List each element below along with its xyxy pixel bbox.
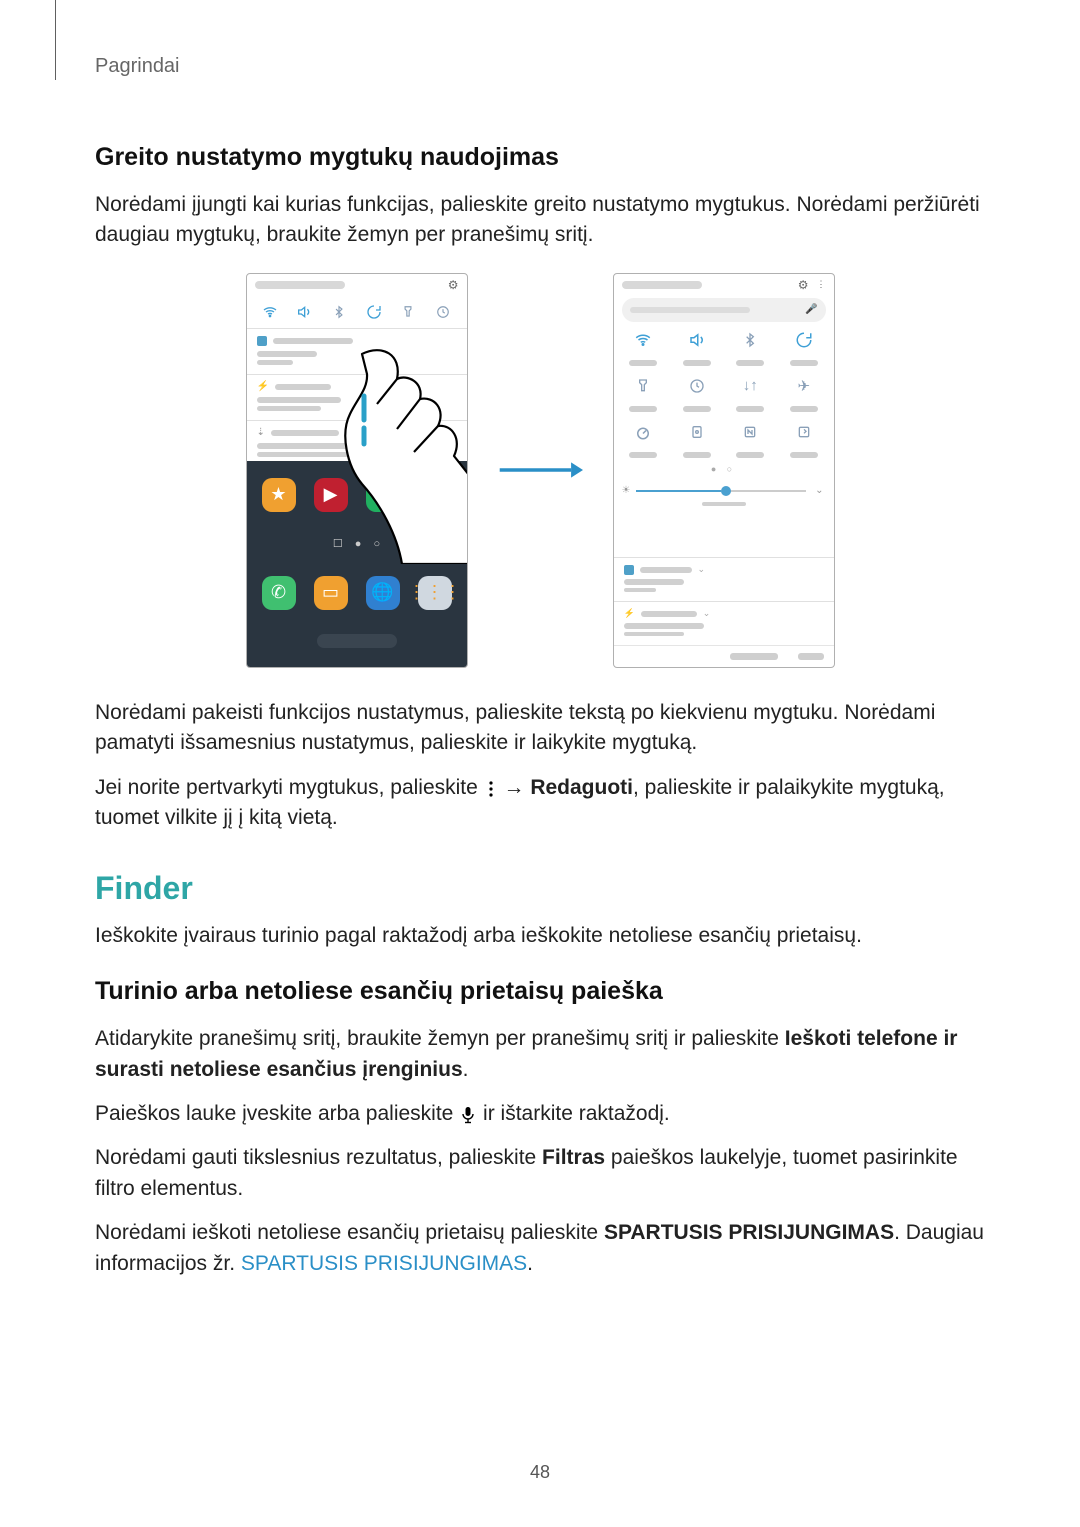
app-icon: ▭ [314,576,348,610]
sync-icon [782,420,826,444]
paragraph: Paieškos lauke įveskite arba palieskite … [95,1099,985,1129]
phone-screenshot-collapsed: ⚙ [246,273,468,668]
power-saving-icon [675,374,719,398]
mobile-data-icon: ↓↑ [729,374,773,398]
heading-finder: Finder [95,870,985,907]
performance-icon [622,420,666,444]
page-dots: ● ○ [614,464,834,474]
paragraph: Atidarykite pranešimų sritį, braukite že… [95,1024,985,1085]
mic-icon: 🎤 [805,304,817,315]
search-placeholder-blur [630,307,750,313]
paragraph: Ieškokite įvairaus turinio pagal raktažo… [95,921,985,951]
airplane-icon: ✈ [782,374,826,398]
hand-swipe-illustration [342,344,468,564]
search-field: 🎤 [622,298,826,322]
notification-footer [614,645,834,667]
rotate-icon [365,303,383,321]
bluetooth-icon [729,328,773,352]
blue-light-icon [675,420,719,444]
bluetooth-icon [330,303,348,321]
sound-icon [295,303,313,321]
brightness-icon: ☀ [622,485,631,496]
flashlight-icon [622,374,666,398]
brightness-slider: ☀ ⌄ [622,484,826,498]
page-number: 48 [0,1462,1080,1483]
figure-row: ⚙ [95,273,985,668]
wifi-icon [261,303,279,321]
notification-item: ⌄ [614,557,834,601]
weather-widget [247,627,467,655]
chevron-down-icon: ⌄ [815,485,823,496]
status-time-blur [255,281,345,289]
paragraph: Norėdami pakeisti funkcijos nustatymus, … [95,698,985,759]
paragraph: Norėdami gauti tikslesnius rezultatus, p… [95,1143,985,1204]
status-time-blur [622,281,702,289]
paragraph: Norėdami įjungti kai kurias funkcijas, p… [95,190,985,251]
heading-search-content: Turinio arba netoliese esančių prietaisų… [95,977,985,1006]
wifi-icon [622,328,666,352]
quick-settings-row [247,296,467,328]
app-icon: 🌐 [366,576,400,610]
heading-quick-settings: Greito nustatymo mygtukų naudojimas [95,143,985,172]
download-icon: ⇣ [257,427,265,438]
app-icon: ⋮⋮⋮ [418,576,452,610]
mic-icon [461,1104,475,1125]
paragraph: Norėdami ieškoti netoliese esančių priet… [95,1218,985,1279]
section-header: Pagrindai [95,55,985,78]
power-saving-icon [434,303,452,321]
phone-screenshot-expanded: ⚙ ⋮ 🎤 ↓↑ ✈ [613,273,835,668]
link-spartusis[interactable]: SPARTUSIS PRISIJUNGIMAS [241,1252,527,1275]
more-icon: ⋮ [817,279,826,290]
gear-icon: ⚙ [448,278,459,292]
sound-icon [675,328,719,352]
app-icon: ★ [262,478,296,512]
arrow-right [498,455,583,485]
paragraph: Jei norite pertvarkyti mygtukus, paliesk… [95,773,985,834]
rotate-icon [782,328,826,352]
flashlight-icon [399,303,417,321]
more-icon [486,778,496,799]
nfc-icon [729,420,773,444]
bolt-icon: ⚡ [257,381,269,392]
notification-item: ⚡⌄ [614,601,834,645]
app-icon: ✆ [262,576,296,610]
gear-icon: ⚙ [798,278,809,292]
